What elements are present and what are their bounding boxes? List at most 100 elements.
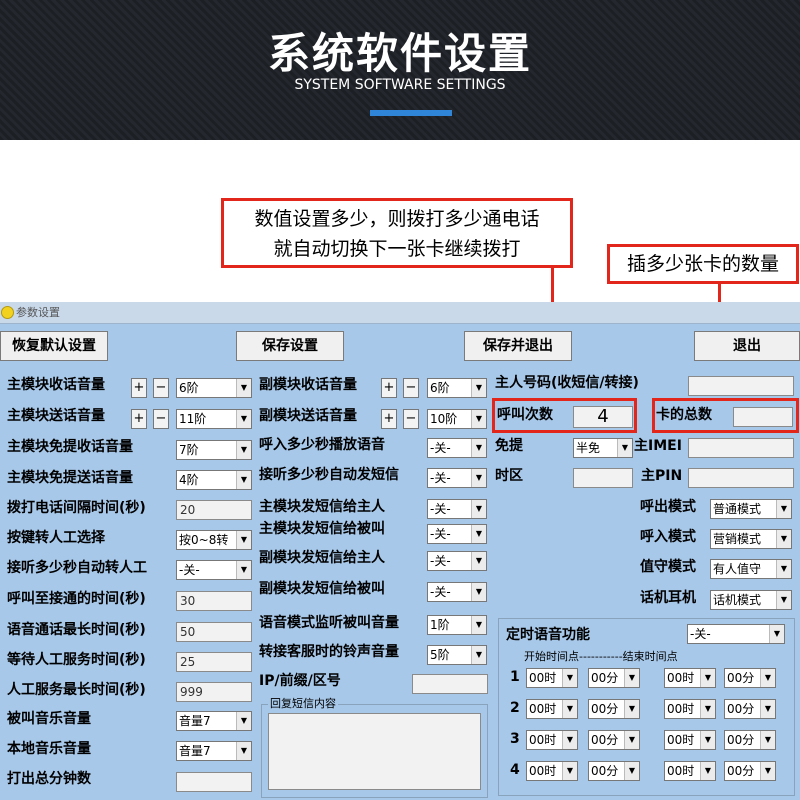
auto-transfer-label: 接听多少秒自动转人工 <box>7 560 147 576</box>
sub-sms-to-callee-select[interactable]: -关- ▼ <box>427 582 487 602</box>
main-sms-to-callee-select[interactable]: -关- ▼ <box>427 524 487 544</box>
outgoing-mode-select[interactable]: 普通模式 ▼ <box>710 499 792 519</box>
imei-field[interactable] <box>688 438 794 458</box>
duty-mode-select[interactable]: 有人值守 ▼ <box>710 559 792 579</box>
chevron-down-icon: ▼ <box>760 669 775 687</box>
local-music-volume-label: 本地音乐音量 <box>7 741 91 757</box>
service-max-time-field[interactable]: 999 <box>176 682 252 702</box>
service-max-time-label: 人工服务最长时间(秒) <box>7 682 146 698</box>
timer-row-index: 3 <box>510 731 520 747</box>
local-music-volume-select[interactable]: 音量7 ▼ <box>176 741 252 761</box>
earphone-select[interactable]: 话机模式 ▼ <box>710 590 792 610</box>
auto-transfer-select[interactable]: -关- ▼ <box>176 560 252 580</box>
timer-start-hour-select[interactable]: 00时 ▼ <box>526 761 578 781</box>
main-tx-volume-plus-button[interactable]: + <box>131 409 147 429</box>
timer-end-hour-select[interactable]: 00时 ▼ <box>664 699 716 719</box>
main-handsfree-tx-select[interactable]: 4阶 ▼ <box>176 470 252 490</box>
reply-sms-textarea[interactable] <box>268 713 481 790</box>
sub-tx-volume-select[interactable]: 10阶 ▼ <box>427 409 487 429</box>
incoming-mode-select[interactable]: 营销模式 ▼ <box>710 529 792 549</box>
callee-music-volume-label: 被叫音乐音量 <box>7 711 91 727</box>
monitor-volume-label: 语音模式监听被叫音量 <box>259 615 399 631</box>
timer-start-hour-select[interactable]: 00时 ▼ <box>526 730 578 750</box>
save-and-exit-button[interactable]: 保存并退出 <box>464 331 572 361</box>
main-rx-volume-select[interactable]: 6阶 ▼ <box>176 378 252 398</box>
owner-number-label: 主人号码(收短信/转接) <box>495 375 639 391</box>
banner-accent-bar <box>370 110 452 116</box>
timer-voice-enable-select[interactable]: -关- ▼ <box>687 624 785 644</box>
banner-subtitle: SYSTEM SOFTWARE SETTINGS <box>294 77 506 93</box>
sub-sms-to-owner-select[interactable]: -关- ▼ <box>427 551 487 571</box>
ip-prefix-label: IP/前缀/区号 <box>259 673 341 689</box>
timer-end-hour-select[interactable]: 00时 ▼ <box>664 730 716 750</box>
ip-prefix-field[interactable] <box>412 674 488 694</box>
voice-max-time-field[interactable]: 50 <box>176 622 252 642</box>
timer-start-minute-select[interactable]: 00分 ▼ <box>588 699 640 719</box>
chevron-down-icon: ▼ <box>562 700 577 718</box>
main-rx-volume-plus-button[interactable]: + <box>131 378 147 398</box>
callee-music-volume-select[interactable]: 音量7 ▼ <box>176 711 252 731</box>
chevron-down-icon: ▼ <box>760 762 775 780</box>
incoming-voice-delay-select[interactable]: -关- ▼ <box>427 438 487 458</box>
sub-tx-volume-plus-button[interactable]: + <box>381 409 397 429</box>
key-transfer-select[interactable]: 按0~8转 ▼ <box>176 530 252 550</box>
timer-end-minute-select[interactable]: 00分 ▼ <box>724 668 776 688</box>
timer-start-minute-select[interactable]: 00分 ▼ <box>588 668 640 688</box>
chevron-down-icon: ▼ <box>471 439 486 457</box>
timer-end-hour-select[interactable]: 00时 ▼ <box>664 668 716 688</box>
timer-end-minute-select[interactable]: 00分 ▼ <box>724 699 776 719</box>
monitor-volume-select[interactable]: 1阶 ▼ <box>427 615 487 635</box>
timer-start-minute-select[interactable]: 00分 ▼ <box>588 761 640 781</box>
sub-rx-volume-select[interactable]: 6阶 ▼ <box>427 378 487 398</box>
chevron-down-icon: ▼ <box>624 700 639 718</box>
chevron-down-icon: ▼ <box>769 625 784 643</box>
timer-end-hour-select[interactable]: 00时 ▼ <box>664 761 716 781</box>
handsfree-select[interactable]: 半免 ▼ <box>573 438 633 458</box>
main-handsfree-tx-label: 主模块免提送话音量 <box>7 470 133 486</box>
connect-time-field[interactable]: 30 <box>176 591 252 611</box>
chevron-down-icon: ▼ <box>236 531 251 549</box>
outgoing-mode-label: 呼出模式 <box>640 499 696 515</box>
exit-button[interactable]: 退出 <box>694 331 800 361</box>
sub-tx-volume-minus-button[interactable]: − <box>403 409 419 429</box>
timer-row-index: 2 <box>510 700 520 716</box>
main-sms-to-owner-label: 主模块发短信给主人 <box>259 499 385 515</box>
main-handsfree-rx-select[interactable]: 7阶 ▼ <box>176 440 252 460</box>
main-rx-volume-minus-button[interactable]: − <box>153 378 169 398</box>
main-tx-volume-minus-button[interactable]: − <box>153 409 169 429</box>
chevron-down-icon: ▼ <box>471 469 486 487</box>
timer-start-hour-select[interactable]: 00时 ▼ <box>526 668 578 688</box>
window-titlebar: 参数设置 <box>0 302 800 324</box>
timer-start-minute-select[interactable]: 00分 ▼ <box>588 730 640 750</box>
wait-service-time-field[interactable]: 25 <box>176 652 252 672</box>
timezone-field[interactable] <box>573 468 633 488</box>
sub-sms-to-owner-label: 副模块发短信给主人 <box>259 550 385 566</box>
handsfree-label: 免提 <box>495 438 523 454</box>
timer-start-hour-select[interactable]: 00时 ▼ <box>526 699 578 719</box>
owner-number-field[interactable] <box>688 376 794 396</box>
sub-sms-to-callee-label: 副模块发短信给被叫 <box>259 581 385 597</box>
auto-sms-delay-select[interactable]: -关- ▼ <box>427 468 487 488</box>
sub-rx-volume-plus-button[interactable]: + <box>381 378 397 398</box>
chevron-down-icon: ▼ <box>236 712 251 730</box>
call-count-note-line2: 就自动切换下一张卡继续拨打 <box>273 238 521 260</box>
timer-end-minute-select[interactable]: 00分 ▼ <box>724 730 776 750</box>
pin-field[interactable] <box>688 468 794 488</box>
main-sms-to-owner-select[interactable]: -关- ▼ <box>427 499 487 519</box>
call-interval-field[interactable]: 20 <box>176 500 252 520</box>
call-count-highlight <box>492 398 637 433</box>
timer-voice-title: 定时语音功能 <box>506 627 590 643</box>
total-minutes-field[interactable] <box>176 772 252 792</box>
key-transfer-label: 按键转人工选择 <box>7 530 105 546</box>
timezone-label: 时区 <box>495 468 523 484</box>
chevron-down-icon: ▼ <box>471 525 486 543</box>
restore-defaults-button[interactable]: 恢复默认设置 <box>0 331 108 361</box>
sub-rx-volume-minus-button[interactable]: − <box>403 378 419 398</box>
chevron-down-icon: ▼ <box>471 646 486 664</box>
save-settings-button[interactable]: 保存设置 <box>236 331 344 361</box>
main-rx-volume-label: 主模块收话音量 <box>7 377 105 393</box>
timer-end-minute-select[interactable]: 00分 ▼ <box>724 761 776 781</box>
sub-tx-volume-label: 副模块送话音量 <box>259 408 357 424</box>
transfer-ring-volume-select[interactable]: 5阶 ▼ <box>427 645 487 665</box>
main-tx-volume-select[interactable]: 11阶 ▼ <box>176 409 252 429</box>
